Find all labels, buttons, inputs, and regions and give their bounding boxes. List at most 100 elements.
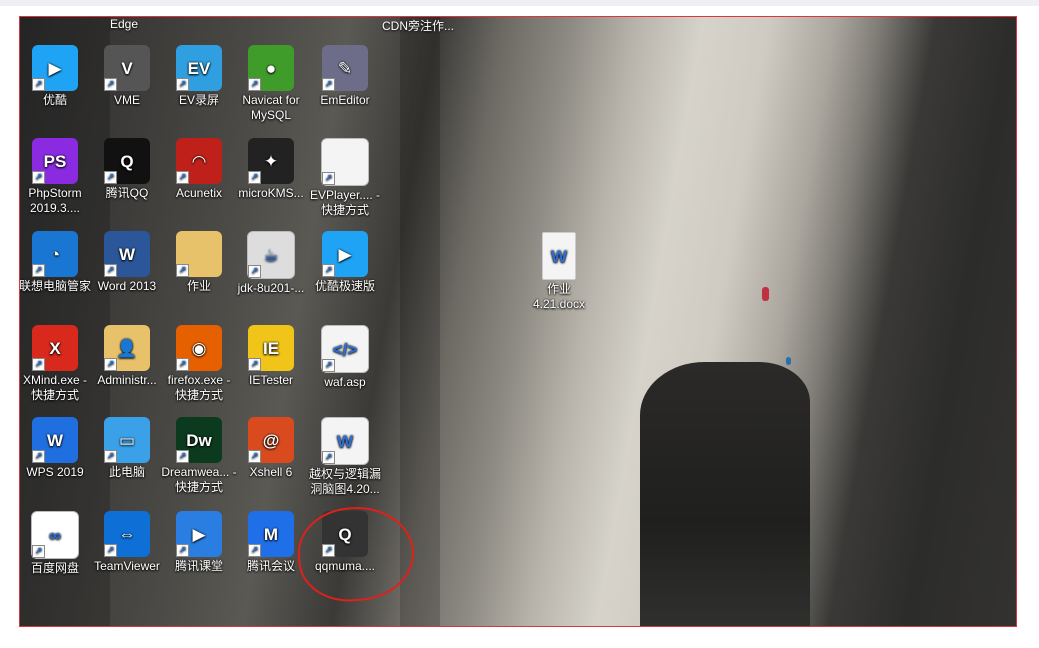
shortcut-arrow-icon: ↗ (176, 544, 189, 557)
shortcut-arrow-icon: ↗ (248, 171, 261, 184)
desktop-icon[interactable]: W ↗ WPS 2019 (20, 417, 93, 480)
desktop-icon[interactable]: ☕ ↗ jdk-8u201-... (233, 231, 309, 296)
desktop-icon[interactable]: ▶ ↗ 优酷 (20, 45, 93, 108)
shortcut-arrow-icon: ↗ (176, 171, 189, 184)
desktop-icon[interactable]: Q ↗ 腾讯QQ (89, 138, 165, 201)
shortcut-arrow-icon: ↗ (176, 358, 189, 371)
shortcut-arrow-icon: ↗ (248, 450, 261, 463)
desktop-icon[interactable]: PS ↗ PhpStorm 2019.3.... (20, 138, 93, 216)
desktop-icon[interactable]: Dw ↗ Dreamwea... - 快捷方式 (161, 417, 237, 495)
shortcut-arrow-icon: ↗ (322, 451, 335, 464)
shortcut-arrow-icon: ↗ (248, 78, 261, 91)
shortcut-arrow-icon: ↗ (104, 78, 117, 91)
desktop-icon-label: XMind.exe - 快捷方式 (22, 373, 88, 402)
desktop-icon[interactable]: V ↗ VME (89, 45, 165, 108)
desktop-file-zuoye-docx[interactable]: W 作业 4.21.docx (521, 232, 597, 312)
partial-icon-label[interactable]: CDN旁注作... (382, 17, 454, 34)
shortcut-arrow-icon: ↗ (32, 358, 45, 371)
tencent-meeting-icon: M ↗ (248, 511, 294, 557)
desktop-icon[interactable]: ▶ ↗ 优酷极速版 (307, 231, 383, 294)
desktop-icon[interactable]: ▭ ↗ 此电脑 (89, 417, 165, 480)
wps-doc-icon: W ↗ (321, 417, 369, 465)
desktop-icon[interactable]: ⇔ ↗ TeamViewer (89, 511, 165, 574)
firefox-icon: ◉ ↗ (176, 325, 222, 371)
desktop-icon-label: waf.asp (324, 375, 366, 389)
desktop-icon-label: 作业 4.21.docx (532, 282, 586, 311)
shortcut-arrow-icon: ↗ (104, 544, 117, 557)
navicat-icon: ● ↗ (248, 45, 294, 91)
shortcut-arrow-icon: ↗ (248, 265, 261, 278)
shortcut-arrow-icon: ↗ (32, 171, 45, 184)
wallpaper-rock (640, 362, 810, 626)
desktop-icon[interactable]: W ↗ 越权与逻辑漏洞脑图4.20... (307, 417, 383, 497)
asp-file-icon: </> ↗ (321, 325, 369, 373)
user-folder-icon: 👤 ↗ (104, 325, 150, 371)
desktop-icon[interactable]: ◠ ↗ Acunetix (161, 138, 237, 201)
desktop-icon-label: 腾讯QQ (105, 186, 149, 200)
tencent-classroom-icon: ▶ ↗ (176, 511, 222, 557)
desktop-icon[interactable]: ∞ ↗ 百度网盘 (20, 511, 93, 576)
desktop-icon-label: Dreamwea... - 快捷方式 (161, 465, 237, 494)
ev-recorder-icon: EV ↗ (176, 45, 222, 91)
shortcut-arrow-icon: ↗ (176, 450, 189, 463)
file-icon: ↗ (321, 138, 369, 186)
desktop-icon[interactable]: IE ↗ IETester (233, 325, 309, 388)
shortcut-arrow-icon: ↗ (32, 264, 45, 277)
shortcut-arrow-icon: ↗ (104, 264, 117, 277)
desktop-icon-label: 优酷极速版 (314, 279, 375, 293)
desktop-icon[interactable]: ✎ ↗ EmEditor (307, 45, 383, 108)
desktop-icon-label: 百度网盘 (30, 561, 79, 575)
wallpaper-climber (762, 287, 769, 301)
desktop-icon-label: Word 2013 (97, 279, 157, 293)
shortcut-arrow-icon: ↗ (322, 264, 335, 277)
desktop-icon-label: 腾讯课堂 (174, 559, 223, 573)
desktop-icon-label: Navicat for MySQL (242, 93, 300, 122)
desktop-icon-label: jdk-8u201-... (237, 281, 305, 295)
desktop-icon-label: microKMS... (238, 186, 304, 200)
desktop-icon[interactable]: M ↗ 腾讯会议 (233, 511, 309, 574)
desktop-icon[interactable]: EV ↗ EV录屏 (161, 45, 237, 108)
shortcut-arrow-icon: ↗ (104, 171, 117, 184)
desktop-icon[interactable]: @ ↗ Xshell 6 (233, 417, 309, 480)
desktop-icon[interactable]: ✦ ↗ microKMS... (233, 138, 309, 201)
baidu-netdisk-icon: ∞ ↗ (31, 511, 79, 559)
desktop-icon[interactable]: ▶ ↗ 腾讯课堂 (161, 511, 237, 574)
desktop-icon-label: 优酷 (42, 93, 67, 107)
shortcut-arrow-icon: ↗ (322, 78, 335, 91)
shortcut-arrow-icon: ↗ (322, 359, 335, 372)
desktop-icon[interactable]: W ↗ Word 2013 (89, 231, 165, 294)
word-icon: W ↗ (104, 231, 150, 277)
youku-lite-icon: ▶ ↗ (322, 231, 368, 277)
shortcut-arrow-icon: ↗ (104, 358, 117, 371)
partial-icon-label[interactable]: Edge (110, 17, 138, 31)
shortcut-arrow-icon: ↗ (32, 78, 45, 91)
xshell-icon: @ ↗ (248, 417, 294, 463)
emeditor-icon: ✎ ↗ (322, 45, 368, 91)
desktop-icon[interactable]: ● ↗ Navicat for MySQL (233, 45, 309, 123)
acunetix-icon: ◠ ↗ (176, 138, 222, 184)
desktop-icon[interactable]: ↗ EVPlayer.... - 快捷方式 (307, 138, 383, 218)
desktop-icon-label: 此电脑 (108, 465, 145, 479)
desktop-icon[interactable]: ◔ ↗ 联想电脑管家 (20, 231, 93, 294)
desktop-icon-label: firefox.exe - 快捷方式 (167, 373, 231, 402)
desktop-icon[interactable]: </> ↗ waf.asp (307, 325, 383, 390)
ietester-icon: IE ↗ (248, 325, 294, 371)
desktop-icon[interactable]: 👤 ↗ Administr... (89, 325, 165, 388)
shortcut-arrow-icon: ↗ (248, 544, 261, 557)
shortcut-arrow-icon: ↗ (248, 358, 261, 371)
desktop-icon[interactable]: X ↗ XMind.exe - 快捷方式 (20, 325, 93, 403)
desktop-icon-label: 作业 (186, 279, 211, 293)
wps-doc-icon: W (542, 232, 576, 280)
desktop[interactable]: Edge CDN旁注作... ▶ ↗ 优酷 V ↗ VME EV ↗ EV录屏 ● ↗ Navicat… (19, 16, 1017, 627)
dreamweaver-icon: Dw ↗ (176, 417, 222, 463)
desktop-icon[interactable]: ◉ ↗ firefox.exe - 快捷方式 (161, 325, 237, 403)
microkms-icon: ✦ ↗ (248, 138, 294, 184)
shortcut-arrow-icon: ↗ (322, 172, 335, 185)
shortcut-arrow-icon: ↗ (176, 264, 189, 277)
xmind-icon: X ↗ (32, 325, 78, 371)
desktop-icon-label: WPS 2019 (26, 465, 84, 479)
desktop-icon[interactable]: ↗ 作业 (161, 231, 237, 294)
desktop-icon-label: EV录屏 (178, 93, 219, 107)
this-pc-icon: ▭ ↗ (104, 417, 150, 463)
shortcut-arrow-icon: ↗ (176, 78, 189, 91)
